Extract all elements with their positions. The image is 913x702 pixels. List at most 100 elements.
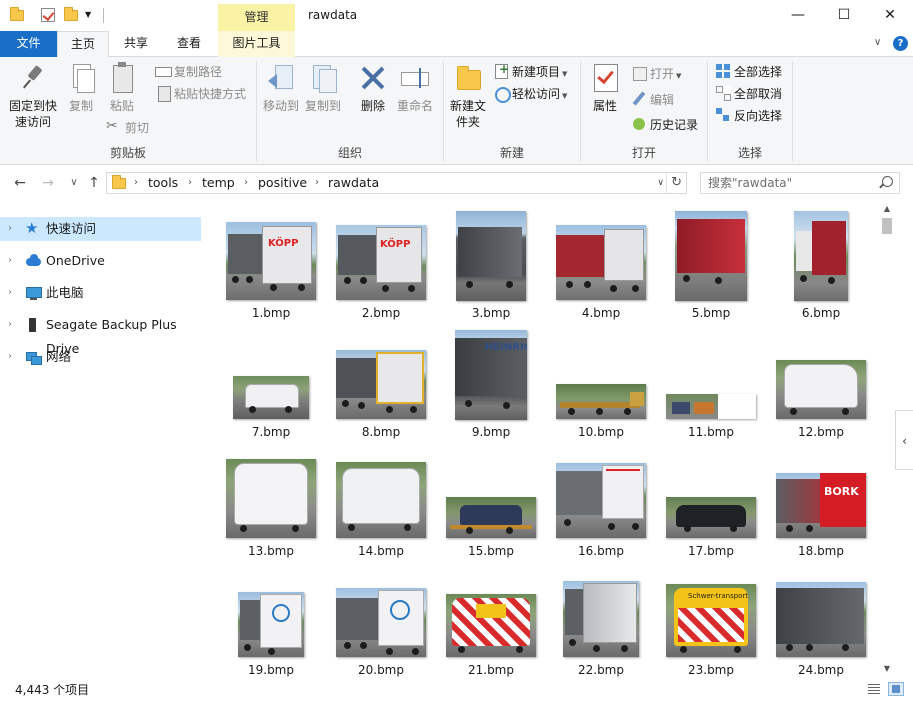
back-button[interactable]: ← [10, 173, 30, 193]
file-item[interactable]: KÖPP 1.bmp [216, 205, 326, 321]
paste-shortcut-button[interactable]: 粘贴快捷方式 [155, 84, 246, 104]
address-dropdown-icon[interactable]: ∨ [657, 173, 664, 193]
file-item[interactable]: Schwer-transport 23.bmp [656, 562, 766, 678]
nav-item-onedrive[interactable]: › OneDrive [0, 249, 201, 273]
file-item[interactable]: 7.bmp [216, 324, 326, 440]
file-item[interactable]: 14.bmp [326, 443, 436, 559]
file-item[interactable]: 13.bmp [216, 443, 326, 559]
select-all-button[interactable]: 全部选择 [715, 62, 782, 82]
nav-item-network[interactable]: › 网络 [0, 345, 201, 369]
move-to-button[interactable]: 移动到 [261, 62, 301, 114]
paste-button[interactable]: 粘贴 [104, 62, 140, 114]
file-item[interactable]: 20.bmp [326, 562, 436, 678]
breadcrumb-temp[interactable]: temp [202, 173, 235, 193]
maximize-button[interactable]: ☐ [821, 0, 867, 31]
refresh-icon[interactable]: ↻ [671, 173, 682, 193]
delete-button[interactable]: 删除 [355, 62, 391, 114]
file-item[interactable]: 19.bmp [216, 562, 326, 678]
nav-item-this-pc[interactable]: › 此电脑 [0, 281, 201, 305]
recent-locations-button[interactable]: ∨ [64, 173, 84, 193]
tab-view[interactable]: 查看 [163, 31, 215, 57]
new-folder-icon[interactable] [64, 7, 80, 23]
file-item[interactable]: 12.bmp [766, 324, 876, 440]
file-item[interactable]: 17.bmp [656, 443, 766, 559]
search-icon[interactable] [882, 176, 893, 187]
new-folder-button[interactable]: 新建文件夹 [448, 62, 488, 130]
large-icons-view-icon[interactable] [888, 682, 904, 696]
copy-to-button[interactable]: 复制到 [303, 62, 343, 114]
file-item[interactable]: 22.bmp [546, 562, 656, 678]
file-item[interactable]: KÖPP 2.bmp [326, 205, 436, 321]
nav-item-seagate-drive[interactable]: › Seagate Backup Plus Drive [0, 313, 201, 356]
scroll-up-icon[interactable]: ▲ [879, 202, 895, 216]
properties-check-icon[interactable] [41, 7, 57, 23]
file-name: 4.bmp [581, 306, 621, 320]
new-item-button[interactable]: 新建项目▼ [493, 59, 567, 82]
rename-button[interactable]: 重命名 [395, 62, 435, 114]
pin-icon [17, 62, 49, 94]
scroll-down-icon[interactable]: ▼ [879, 662, 895, 676]
file-item[interactable]: 8.bmp [326, 324, 436, 440]
chevron-right-icon[interactable]: › [8, 345, 12, 369]
file-item[interactable]: HEINRIC 9.bmp [436, 324, 546, 440]
quick-access-dropdown-icon[interactable]: ▼ [85, 10, 95, 20]
breadcrumb-separator-icon[interactable]: › [315, 173, 319, 193]
breadcrumb-separator-icon[interactable]: › [188, 173, 192, 193]
invert-selection-button[interactable]: 反向选择 [715, 106, 782, 126]
breadcrumb-rawdata[interactable]: rawdata [328, 173, 379, 193]
vertical-scrollbar[interactable]: ▲ ▼ [879, 200, 895, 678]
minimize-button[interactable]: — [775, 0, 821, 31]
chevron-right-icon[interactable]: › [8, 217, 12, 241]
file-item[interactable]: 10.bmp [546, 324, 656, 440]
file-item[interactable]: 6.bmp [766, 205, 876, 321]
breadcrumb-tools[interactable]: tools [148, 173, 178, 193]
help-icon[interactable]: ? [893, 36, 908, 51]
chevron-right-icon[interactable]: › [8, 281, 12, 305]
breadcrumb-separator-icon[interactable]: › [134, 173, 138, 193]
file-item[interactable]: 4.bmp [546, 205, 656, 321]
file-item[interactable]: 21.bmp [436, 562, 546, 678]
file-item[interactable]: 5.bmp [656, 205, 766, 321]
file-thumbnail [226, 459, 316, 538]
copy-button[interactable]: 复制 [64, 62, 98, 114]
tab-home[interactable]: 主页 [57, 31, 109, 58]
file-item[interactable]: 11.bmp [656, 324, 766, 440]
scroll-thumb[interactable] [882, 218, 892, 234]
select-none-button[interactable]: 全部取消 [715, 84, 782, 104]
breadcrumb-separator-icon[interactable]: › [244, 173, 248, 193]
edit-button[interactable]: 编辑 [631, 90, 674, 110]
breadcrumb-positive[interactable]: positive [258, 173, 307, 193]
pin-to-quick-access-button[interactable]: 固定到快速访问 [4, 62, 62, 130]
file-thumbnail [675, 211, 747, 301]
file-thumbnail [563, 581, 639, 657]
file-item[interactable]: BORK 18.bmp [766, 443, 876, 559]
properties-button[interactable]: 属性 [587, 62, 623, 114]
file-item[interactable]: 16.bmp [546, 443, 656, 559]
forward-button[interactable]: → [38, 173, 58, 193]
edit-label: 编辑 [650, 93, 675, 107]
file-item[interactable]: 15.bmp [436, 443, 546, 559]
details-view-icon[interactable] [866, 682, 882, 696]
tab-file[interactable]: 文件 [0, 31, 57, 57]
file-name: 21.bmp [467, 663, 514, 677]
file-item[interactable]: 24.bmp [766, 562, 876, 678]
copy-path-button[interactable]: 复制路径 [155, 62, 222, 82]
close-button[interactable]: ✕ [867, 0, 913, 31]
search-input[interactable] [701, 173, 876, 193]
history-button[interactable]: 历史记录 [631, 115, 698, 135]
ribbon-expand-icon[interactable]: ∨ [874, 37, 881, 48]
tab-picture-tools[interactable]: 图片工具 [218, 31, 295, 57]
open-button[interactable]: 打开 ▼ [631, 64, 681, 84]
file-item[interactable]: 3.bmp [436, 205, 546, 321]
cut-button[interactable]: 剪切 [106, 116, 149, 138]
up-button[interactable]: ↑ [84, 173, 104, 193]
history-label: 历史记录 [650, 118, 699, 132]
address-bar[interactable]: › tools › temp › positive › rawdata ∨ ↻ [106, 172, 687, 194]
chevron-right-icon[interactable]: › [8, 313, 12, 337]
preview-pane-toggle-icon[interactable]: ‹ [895, 410, 913, 470]
chevron-right-icon[interactable]: › [8, 249, 12, 273]
tab-share[interactable]: 共享 [112, 31, 160, 57]
nav-item-quick-access[interactable]: › 快速访问 [0, 216, 201, 241]
context-tab-manage[interactable]: 管理 [218, 4, 295, 31]
easy-access-button[interactable]: 轻松访问 ▼ [493, 84, 567, 104]
